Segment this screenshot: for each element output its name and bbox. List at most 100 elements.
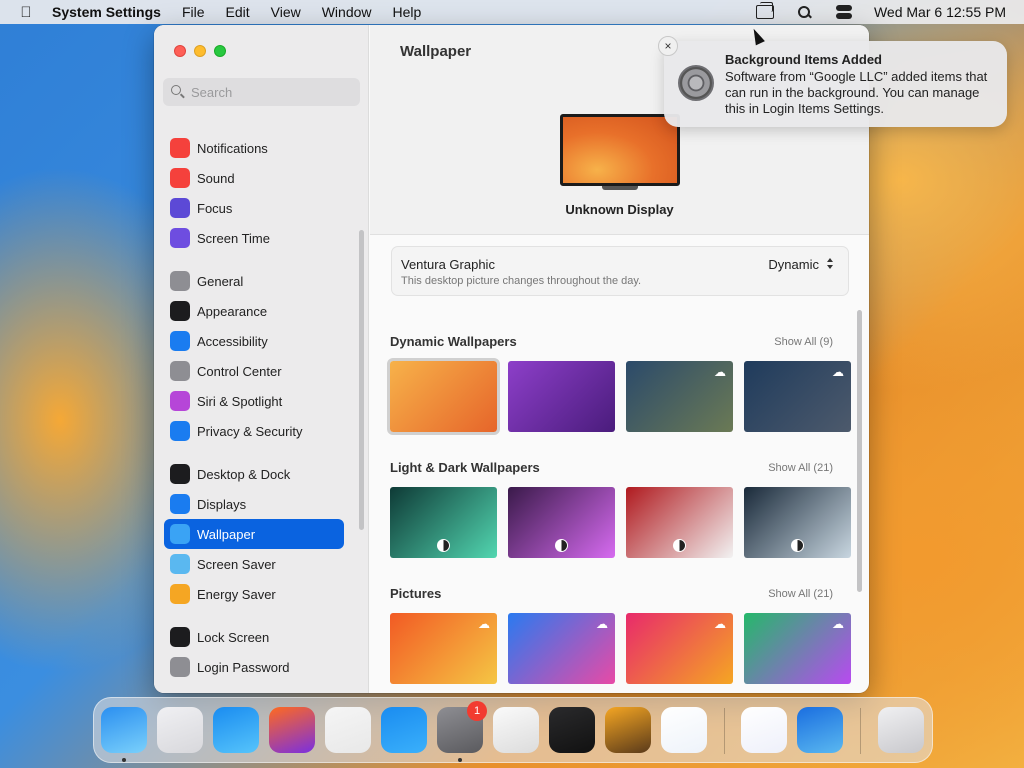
section-title: Light & Dark Wallpapers bbox=[390, 460, 540, 475]
sidebar-item-label: Displays bbox=[197, 496, 247, 512]
sidebar-search[interactable] bbox=[163, 78, 360, 106]
current-wallpaper-name: Ventura Graphic bbox=[401, 257, 495, 272]
wallpaper-thumbnail[interactable] bbox=[390, 487, 497, 558]
menu-window[interactable]: Window bbox=[322, 4, 372, 20]
wallpaper-thumbnail[interactable]: ☁ bbox=[744, 361, 851, 432]
finder-icon[interactable] bbox=[101, 707, 147, 753]
minimize-window-button[interactable] bbox=[194, 45, 206, 57]
sidebar-item-label: Login Password bbox=[197, 659, 290, 675]
hourglass-icon bbox=[170, 228, 190, 248]
menu-edit[interactable]: Edit bbox=[226, 4, 250, 20]
hand-icon bbox=[170, 421, 190, 441]
apple-icon[interactable]:  bbox=[0, 4, 52, 21]
light-dark-icon bbox=[555, 539, 568, 552]
system-settings-icon bbox=[678, 65, 714, 101]
wallpaper-icon bbox=[170, 524, 190, 544]
wallpaper-thumbnail[interactable]: ☁ bbox=[390, 613, 497, 684]
wallpaper-thumbnail[interactable]: ☁ bbox=[626, 361, 733, 432]
safari-icon[interactable] bbox=[213, 707, 259, 753]
sidebar-item-notifications[interactable]: Notifications bbox=[164, 133, 344, 163]
content-scrollbar[interactable] bbox=[857, 310, 862, 592]
sidebar-item-displays[interactable]: Displays bbox=[164, 489, 344, 519]
menu-bar-clock[interactable]: Wed Mar 6 12:55 PM bbox=[874, 4, 1006, 20]
sidebar-item-label: General bbox=[197, 273, 244, 289]
visual-studio-icon[interactable] bbox=[741, 707, 787, 753]
close-window-button[interactable] bbox=[174, 45, 186, 57]
search-input[interactable] bbox=[191, 84, 351, 100]
window-controls bbox=[174, 45, 226, 57]
sidebar-item-general[interactable]: General bbox=[164, 266, 344, 296]
appearance-icon bbox=[170, 301, 190, 321]
vscode-icon[interactable] bbox=[661, 707, 707, 753]
wallpaper-thumbnail[interactable] bbox=[626, 487, 733, 558]
show-all-button[interactable]: Show All (21) bbox=[768, 588, 833, 600]
launchpad-icon[interactable] bbox=[157, 707, 203, 753]
control-center-icon[interactable] bbox=[835, 5, 852, 19]
chevron-up-down-icon bbox=[824, 256, 836, 272]
sidebar-item-wallpaper[interactable]: Wallpaper bbox=[164, 519, 344, 549]
sidebar-item-login-password[interactable]: Login Password bbox=[164, 652, 344, 682]
garageband-icon[interactable] bbox=[605, 707, 651, 753]
sidebar-item-label: Sound bbox=[197, 170, 235, 186]
terminal-icon[interactable] bbox=[549, 707, 595, 753]
weather-icon[interactable] bbox=[797, 707, 843, 753]
show-all-button[interactable]: Show All (21) bbox=[768, 462, 833, 474]
sidebar-item-focus[interactable]: Focus bbox=[164, 193, 344, 223]
show-all-button[interactable]: Show All (9) bbox=[774, 336, 833, 348]
menu-view[interactable]: View bbox=[271, 4, 301, 20]
sidebar-item-lock-screen[interactable]: Lock Screen bbox=[164, 622, 344, 652]
notification-banner[interactable]: Background Items Added Software from “Go… bbox=[664, 41, 1007, 127]
menu-file[interactable]: File bbox=[182, 4, 205, 20]
sidebar-item-label: Privacy & Security bbox=[197, 423, 303, 439]
spotlight-search-icon[interactable] bbox=[796, 5, 814, 19]
wallpaper-thumbnail-row bbox=[390, 487, 851, 558]
sidebar-item-privacy-security[interactable]: Privacy & Security bbox=[164, 416, 344, 446]
dock bbox=[93, 697, 933, 763]
sidebar-item-label: Siri & Spotlight bbox=[197, 393, 283, 409]
control-center-icon bbox=[170, 361, 190, 381]
trash-icon[interactable] bbox=[878, 707, 924, 753]
cloud-download-icon: ☁ bbox=[478, 617, 490, 631]
wallpaper-thumbnail[interactable] bbox=[387, 358, 500, 435]
app-name-menu[interactable]: System Settings bbox=[52, 4, 161, 20]
wallpaper-thumbnail[interactable] bbox=[744, 487, 851, 558]
firefox-icon[interactable] bbox=[269, 707, 315, 753]
wallpaper-thumbnail[interactable]: ☁ bbox=[744, 613, 851, 684]
sidebar-item-screen-time[interactable]: Screen Time bbox=[164, 223, 344, 253]
sidebar-item-label: Focus bbox=[197, 200, 233, 216]
sidebar-item-siri-spotlight[interactable]: Siri & Spotlight bbox=[164, 386, 344, 416]
sidebar-item-appearance[interactable]: Appearance bbox=[164, 296, 344, 326]
close-notification-button[interactable]: × bbox=[658, 36, 678, 56]
sidebar-item-desktop-dock[interactable]: Desktop & Dock bbox=[164, 459, 344, 489]
wallpaper-thumbnail[interactable] bbox=[508, 487, 615, 558]
sidebar-item-sound[interactable]: Sound bbox=[164, 163, 344, 193]
wallpaper-thumbnail[interactable] bbox=[508, 361, 615, 432]
chrome-icon[interactable] bbox=[325, 707, 371, 753]
sidebar-scrollbar[interactable] bbox=[359, 230, 364, 530]
current-wallpaper-card: Ventura Graphic This desktop picture cha… bbox=[391, 246, 849, 296]
sidebar-item-label: Energy Saver bbox=[197, 586, 276, 602]
wallpaper-thumbnail-row: ☁ ☁ bbox=[387, 358, 851, 435]
sidebar-item-screen-saver[interactable]: Screen Saver bbox=[164, 549, 344, 579]
wallpaper-mode-popup[interactable]: Dynamic bbox=[768, 256, 836, 272]
siri-icon bbox=[170, 391, 190, 411]
cloud-download-icon: ☁ bbox=[596, 617, 608, 631]
menu-help[interactable]: Help bbox=[393, 4, 422, 20]
textedit-icon[interactable] bbox=[493, 707, 539, 753]
running-indicator bbox=[458, 758, 462, 762]
lock-icon bbox=[170, 627, 190, 647]
sidebar-item-label: Notifications bbox=[197, 140, 268, 156]
zoom-window-button[interactable] bbox=[214, 45, 226, 57]
accessibility-icon bbox=[170, 331, 190, 351]
stage-manager-icon[interactable] bbox=[755, 2, 774, 19]
moon-icon bbox=[170, 198, 190, 218]
sidebar-item-control-center[interactable]: Control Center bbox=[164, 356, 344, 386]
app-store-icon[interactable] bbox=[381, 707, 427, 753]
sidebar-item-energy-saver[interactable]: Energy Saver bbox=[164, 579, 344, 609]
sidebar-item-accessibility[interactable]: Accessibility bbox=[164, 326, 344, 356]
wallpaper-thumbnail[interactable]: ☁ bbox=[626, 613, 733, 684]
wallpaper-thumbnail[interactable]: ☁ bbox=[508, 613, 615, 684]
display-preview-stand bbox=[602, 186, 638, 190]
